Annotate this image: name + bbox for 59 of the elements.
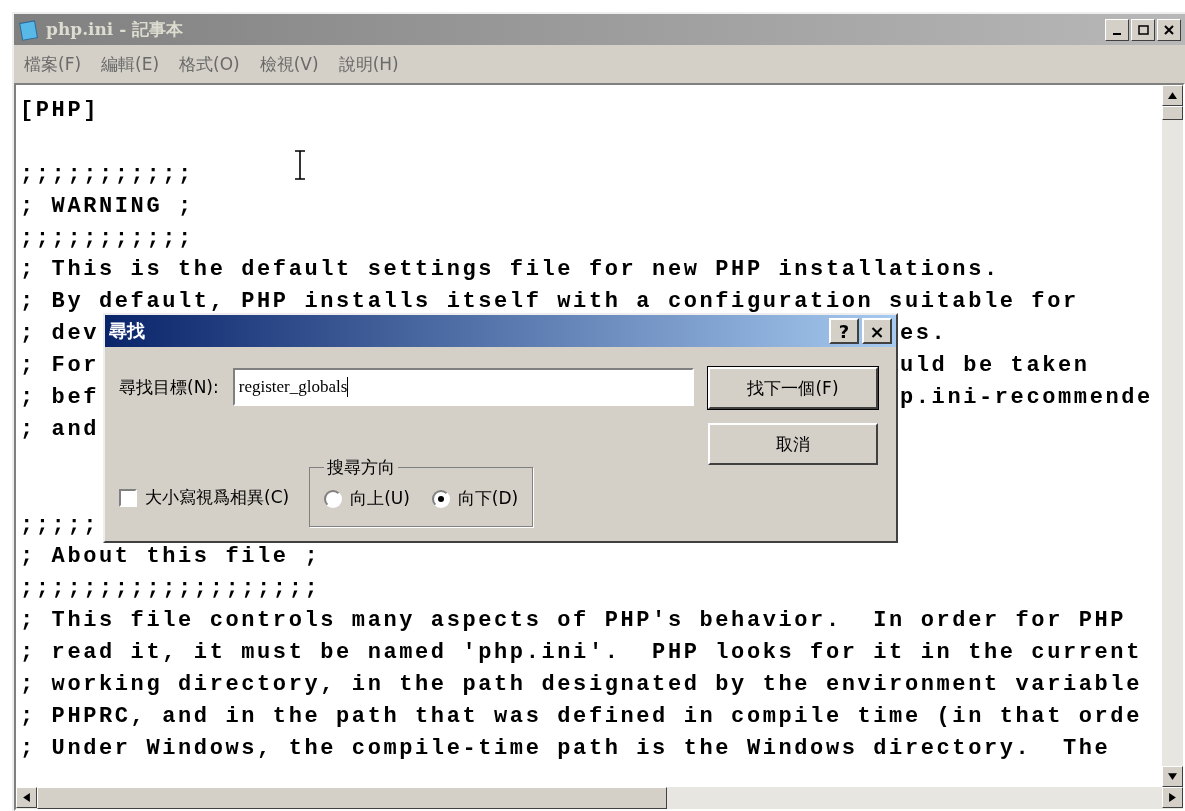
- find-next-button[interactable]: 找下一個(F): [708, 367, 878, 409]
- help-button[interactable]: ?: [829, 318, 859, 344]
- scroll-up-button[interactable]: [1162, 85, 1183, 106]
- checkbox-label: 大小寫視爲相異(C): [145, 486, 290, 509]
- find-input-field[interactable]: register_globals: [232, 368, 694, 406]
- text-line: ;;;;;;;;;;;;;;;;;;;: [20, 575, 322, 604]
- menu-item[interactable]: 說明(H): [338, 52, 399, 76]
- text-cursor-icon: [293, 150, 307, 180]
- match-case-checkbox[interactable]: [119, 488, 137, 507]
- dialog-title: 尋找: [109, 319, 145, 343]
- scrollbar-thumb[interactable]: [1162, 106, 1183, 120]
- down-arrow-icon: [1168, 772, 1177, 781]
- maximize-icon: [1137, 24, 1149, 35]
- text-line: ; WARNING ;: [20, 192, 195, 221]
- up-arrow-icon: [1168, 91, 1177, 100]
- notepad-icon: [18, 18, 40, 41]
- right-arrow-icon: [1168, 793, 1177, 802]
- scroll-down-button[interactable]: [1162, 766, 1183, 787]
- scrollbar-thumb[interactable]: [37, 787, 667, 809]
- close-button[interactable]: ×: [862, 318, 892, 344]
- text-line: ; This file controls many aspects of PHP's behavior. In order for PHP: [20, 607, 1128, 636]
- close-icon: [1164, 24, 1174, 35]
- minimize-icon: [1113, 32, 1121, 35]
- group-title: 搜尋方向: [326, 456, 397, 479]
- menu-item[interactable]: 格式(O): [179, 52, 240, 76]
- scroll-right-button[interactable]: [1162, 787, 1183, 808]
- text-line: ; Under Windows, the compile-time path is the Windows directory. The: [20, 734, 1112, 763]
- text-line: ; By default, PHP installs itself with a configuration suitable for: [20, 288, 1080, 317]
- radio-button[interactable]: [324, 489, 343, 508]
- scroll-left-button[interactable]: [16, 787, 37, 808]
- menu-item[interactable]: 檢視(V): [259, 52, 319, 76]
- menu-item[interactable]: 檔案(F): [24, 52, 82, 76]
- text-line: [PHP]: [20, 96, 100, 125]
- text-line: ; and: [20, 415, 100, 444]
- text-line: ; PHPRC, and in the path that was defined in compile time (in that orde: [20, 702, 1143, 731]
- text-line: ; read it, it must be named 'php.ini'. PHP looks for it in the current: [20, 639, 1143, 668]
- text-line: ;;;;;;;;;;;: [20, 160, 195, 189]
- text-line: ; dev: [20, 320, 100, 349]
- text-line: ; bef: [20, 383, 100, 412]
- close-button[interactable]: [1157, 18, 1181, 41]
- maximize-button[interactable]: [1131, 18, 1155, 41]
- text-line: ; This is the default settings file for new PHP installations.: [20, 256, 1001, 285]
- window-title: php.ini - 記事本: [46, 18, 184, 41]
- cancel-button[interactable]: 取消: [708, 423, 878, 465]
- text-line: ; For: [20, 352, 100, 381]
- menu-item[interactable]: 編輯(E): [101, 52, 160, 76]
- text-line: ;;;;;;;;;;;: [20, 224, 195, 253]
- find-label: 尋找目標(N):: [119, 375, 219, 399]
- text-line: es.: [900, 320, 949, 349]
- minimize-button[interactable]: [1105, 18, 1129, 41]
- text-line: ; About this file ;: [20, 543, 322, 572]
- text-line: uld be taken: [900, 352, 1091, 381]
- text-line: ; working directory, in the path designated by the environment variable: [20, 670, 1143, 699]
- radio-label: 向下(D): [457, 487, 519, 510]
- radio-button[interactable]: [431, 489, 450, 508]
- text-line: ;;;;;: [20, 511, 100, 540]
- text-line: p.ini-recommende: [900, 383, 1154, 412]
- radio-label: 向上(U): [350, 487, 410, 510]
- left-arrow-icon: [22, 793, 31, 802]
